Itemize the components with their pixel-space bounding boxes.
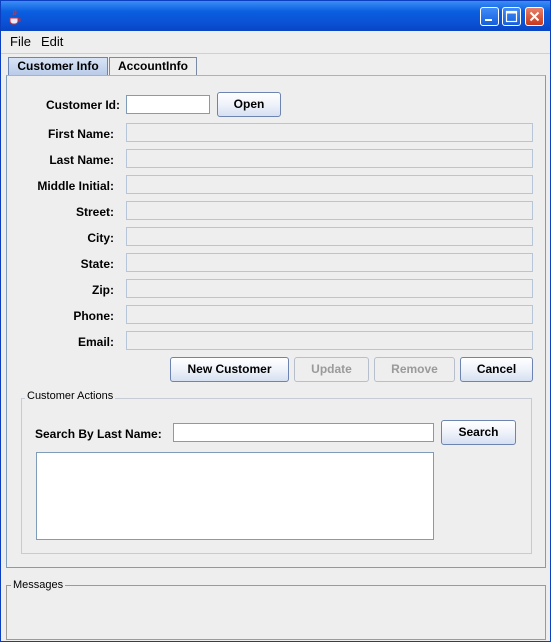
- java-cup-icon: [9, 9, 21, 25]
- customer-info-panel: Customer Id: Open First Name: Last Name:…: [6, 75, 546, 568]
- search-by-last-name-label: Search By Last Name:: [35, 427, 162, 441]
- city-field: [126, 227, 533, 246]
- last-name-field: [126, 149, 533, 168]
- title-bar[interactable]: [1, 1, 550, 31]
- menu-edit[interactable]: Edit: [41, 34, 63, 49]
- menu-bar: File Edit: [1, 31, 550, 54]
- menu-file[interactable]: File: [10, 34, 31, 49]
- close-icon: [529, 11, 540, 22]
- close-button[interactable]: [525, 7, 544, 26]
- city-label: City:: [87, 231, 114, 245]
- maximize-button[interactable]: [502, 7, 521, 26]
- open-button[interactable]: Open: [217, 92, 281, 117]
- email-field: [126, 331, 533, 350]
- minimize-icon: [485, 19, 492, 21]
- middle-initial-label: Middle Initial:: [37, 179, 114, 193]
- update-button[interactable]: Update: [294, 357, 369, 382]
- street-field: [126, 201, 533, 220]
- street-label: Street:: [75, 205, 114, 219]
- middle-initial-field: [126, 175, 533, 194]
- messages-title: Messages: [11, 579, 66, 591]
- remove-button[interactable]: Remove: [374, 357, 455, 382]
- maximize-icon: [505, 10, 518, 23]
- cancel-button[interactable]: Cancel: [460, 357, 533, 382]
- minimize-button[interactable]: [480, 7, 499, 26]
- search-button[interactable]: Search: [441, 420, 516, 445]
- email-label: Email:: [77, 335, 114, 349]
- customer-id-input[interactable]: [126, 95, 210, 114]
- state-label: State:: [80, 257, 114, 271]
- customer-id-label: Customer Id:: [45, 98, 120, 112]
- zip-label: Zip:: [92, 283, 114, 297]
- new-customer-button[interactable]: New Customer: [170, 357, 289, 382]
- tab-account-info[interactable]: AccountInfo: [109, 57, 197, 75]
- tab-customer-info[interactable]: Customer Info: [8, 57, 108, 75]
- app-window: File Edit Customer Info AccountInfo Cust…: [0, 0, 551, 642]
- zip-field: [126, 279, 533, 298]
- first-name-field: [126, 123, 533, 142]
- first-name-label: First Name:: [47, 127, 114, 141]
- state-field: [126, 253, 533, 272]
- phone-field: [126, 305, 533, 324]
- main-content: Customer Info AccountInfo Customer Id: O…: [1, 54, 550, 641]
- search-results-list[interactable]: [36, 452, 434, 540]
- customer-actions-title: Customer Actions: [25, 390, 116, 402]
- phone-label: Phone:: [73, 309, 114, 323]
- last-name-label: Last Name:: [49, 153, 114, 167]
- search-last-name-input[interactable]: [173, 423, 434, 442]
- messages-panel: [6, 585, 546, 640]
